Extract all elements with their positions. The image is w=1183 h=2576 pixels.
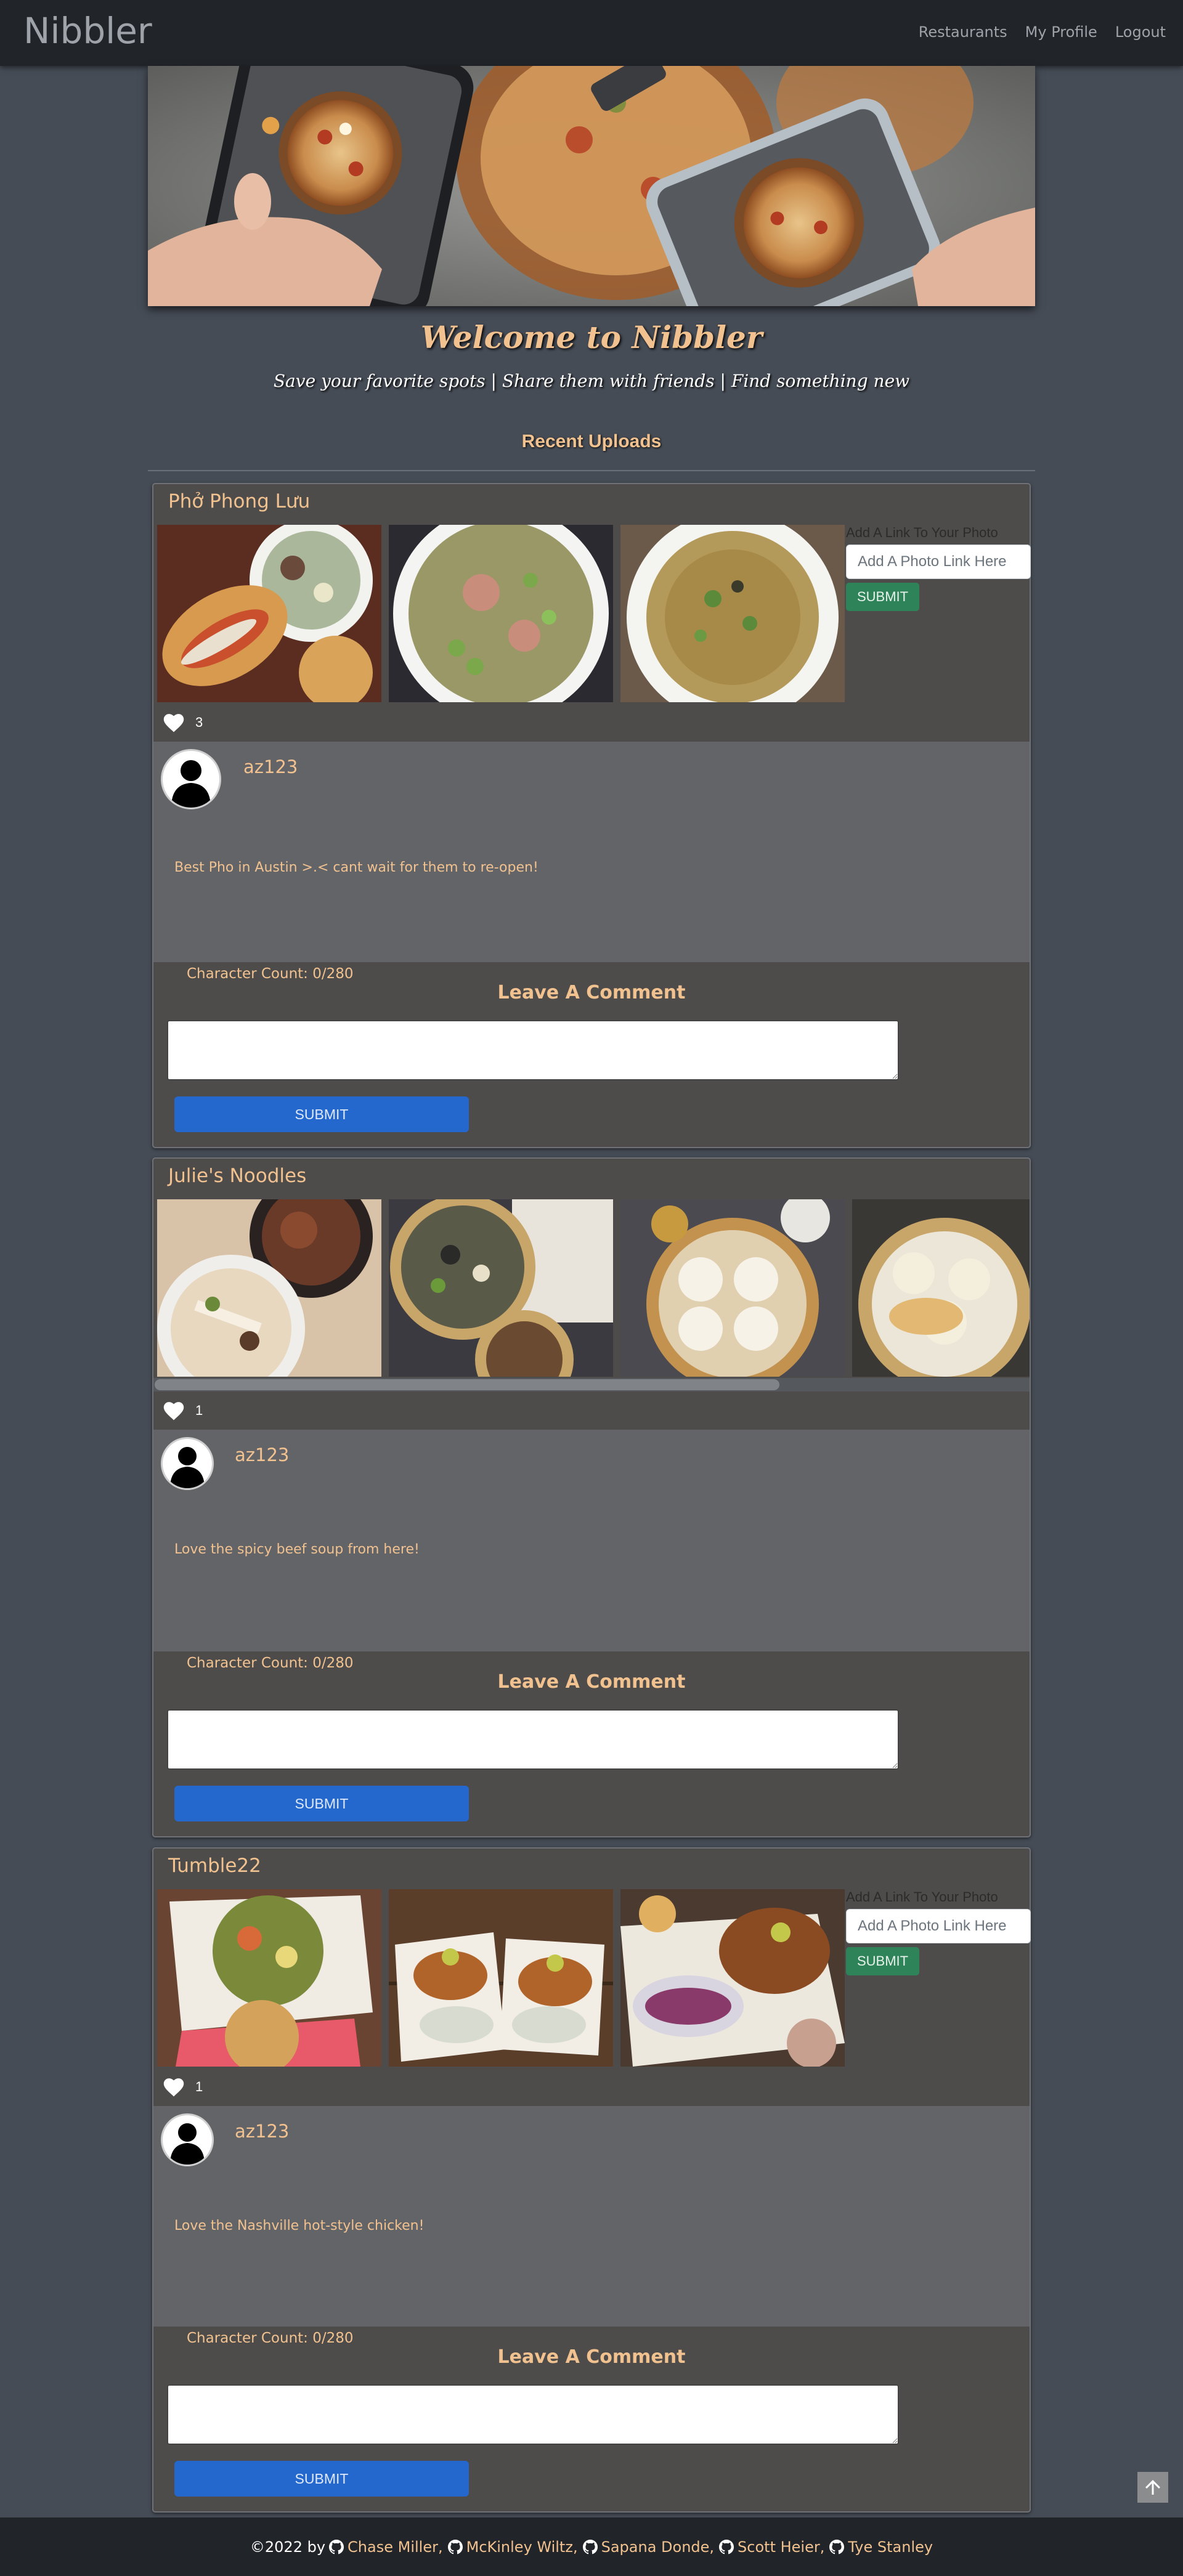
add-photo-label: Add A Link To Your Photo (846, 525, 998, 540)
like-count: 3 (195, 715, 203, 730)
photo-scrollbar-thumb[interactable] (155, 1379, 779, 1390)
leave-comment-heading: Leave A Comment (497, 2346, 686, 2368)
food-photo[interactable] (620, 1889, 845, 2067)
footer-author-link[interactable]: McKinley Wiltz (447, 2538, 573, 2556)
nav-logout-link[interactable]: Logout (1115, 23, 1166, 41)
footer-separator: , (709, 2538, 715, 2556)
user-avatar (161, 2113, 214, 2166)
footer-author-name: Scott Heier (738, 2538, 820, 2556)
like-count: 1 (195, 1403, 203, 1418)
food-photo[interactable] (620, 525, 845, 702)
footer-author-link[interactable]: Scott Heier (719, 2538, 820, 2556)
footer-author-name: Tye Stanley (848, 2538, 933, 2556)
user-avatar (161, 749, 221, 809)
food-photo[interactable] (157, 1889, 381, 2067)
post-card: Tumble22 Add A Link To Your Photo Add A … (152, 1847, 1031, 2513)
photo-submit-button[interactable]: SUBMIT (846, 1947, 920, 1975)
food-photo[interactable] (852, 1199, 1030, 1377)
footer-author-link[interactable]: Chase Miller (329, 2538, 438, 2556)
recent-uploads-heading: Recent Uploads (521, 431, 662, 452)
review-text: Best Pho in Austin >.< cant wait for the… (174, 860, 539, 875)
heart-icon[interactable] (162, 2076, 185, 2097)
nav-restaurants-link[interactable]: Restaurants (919, 23, 1007, 41)
character-count: Character Count: 0/280 (187, 2330, 354, 2346)
post-card: Phở Phong Lưu Add A Link To Your Photo A… (152, 483, 1031, 1148)
footer: ©2022 by Chase Miller , McKinley Wiltz ,… (0, 2517, 1183, 2576)
leave-comment-heading: Leave A Comment (497, 1671, 686, 1693)
footer-copyright: ©2022 by (250, 2538, 326, 2556)
post-card: Julie's Noodles 1 az123 Love the spicy b… (152, 1157, 1031, 1837)
github-icon (582, 2539, 598, 2554)
comment-submit-button[interactable]: SUBMIT (174, 1786, 469, 1821)
reviewer-username[interactable]: az123 (235, 2121, 289, 2142)
hero-tagline: Save your favorite spots | Share them wi… (273, 371, 910, 391)
footer-author-name: Chase Miller (348, 2538, 438, 2556)
arrow-up-icon (1145, 2480, 1160, 2495)
comment-submit-button[interactable]: SUBMIT (174, 2461, 469, 2497)
footer-author-name: McKinley Wiltz (466, 2538, 573, 2556)
review-text: Love the spicy beef soup from here! (174, 1542, 420, 1557)
github-icon (829, 2539, 845, 2554)
footer-author-link[interactable]: Sapana Donde (582, 2538, 710, 2556)
heart-icon[interactable] (162, 712, 185, 733)
brand-logo[interactable]: Nibbler (23, 10, 152, 52)
likes-row: 1 (162, 2076, 203, 2097)
footer-author-name: Sapana Donde (601, 2538, 710, 2556)
food-photo[interactable] (620, 1199, 845, 1377)
user-avatar (161, 1437, 214, 1490)
likes-row: 1 (162, 1400, 203, 1421)
likes-row: 3 (162, 712, 203, 733)
nav-links: Restaurants My Profile Logout (919, 23, 1166, 41)
photo-scrollbar[interactable] (153, 1378, 1030, 1391)
food-photo[interactable] (157, 1199, 381, 1377)
restaurant-title[interactable]: Phở Phong Lưu (168, 490, 310, 512)
reviewer-username[interactable]: az123 (243, 756, 298, 777)
welcome-heading: Welcome to Nibbler (420, 319, 763, 355)
add-photo-form: Add A Link To Your Photo SUBMIT (846, 1889, 1031, 1975)
add-photo-label: Add A Link To Your Photo (846, 1889, 998, 1905)
comment-textarea[interactable] (167, 2384, 899, 2445)
photo-link-input[interactable] (846, 1909, 1031, 1943)
comment-submit-button[interactable]: SUBMIT (174, 1096, 469, 1132)
hero-banner-image (148, 66, 1035, 306)
add-photo-form: Add A Link To Your Photo SUBMIT (846, 525, 1031, 611)
footer-author-link[interactable]: Tye Stanley (829, 2538, 933, 2556)
restaurant-title[interactable]: Julie's Noodles (168, 1165, 306, 1187)
footer-separator: , (572, 2538, 578, 2556)
leave-comment-heading: Leave A Comment (497, 982, 686, 1003)
footer-separator: , (437, 2538, 443, 2556)
food-photo[interactable] (389, 1199, 613, 1377)
github-icon (329, 2539, 344, 2554)
review-section: az123 Best Pho in Austin >.< cant wait f… (153, 742, 1030, 962)
food-photo[interactable] (157, 525, 381, 702)
footer-separator: , (819, 2538, 825, 2556)
back-to-top-button[interactable] (1137, 2472, 1168, 2503)
section-divider (148, 470, 1035, 471)
github-icon (719, 2539, 734, 2554)
review-section: az123 Love the Nashville hot-style chick… (153, 2106, 1030, 2327)
heart-icon[interactable] (162, 1400, 185, 1421)
review-section: az123 Love the spicy beef soup from here… (153, 1430, 1030, 1651)
food-photo[interactable] (389, 525, 613, 702)
photo-link-input[interactable] (846, 545, 1031, 579)
like-count: 1 (195, 2079, 203, 2094)
restaurant-title[interactable]: Tumble22 (168, 1855, 261, 1877)
character-count: Character Count: 0/280 (187, 1655, 354, 1671)
character-count: Character Count: 0/280 (187, 966, 354, 982)
review-text: Love the Nashville hot-style chicken! (174, 2218, 425, 2234)
github-icon (447, 2539, 463, 2554)
photo-submit-button[interactable]: SUBMIT (846, 583, 920, 611)
top-navbar: Nibbler Restaurants My Profile Logout (0, 0, 1183, 66)
comment-textarea[interactable] (167, 1709, 899, 1770)
nav-my-profile-link[interactable]: My Profile (1025, 23, 1097, 41)
comment-textarea[interactable] (167, 1020, 899, 1080)
reviewer-username[interactable]: az123 (235, 1444, 289, 1465)
food-photo[interactable] (389, 1889, 613, 2067)
